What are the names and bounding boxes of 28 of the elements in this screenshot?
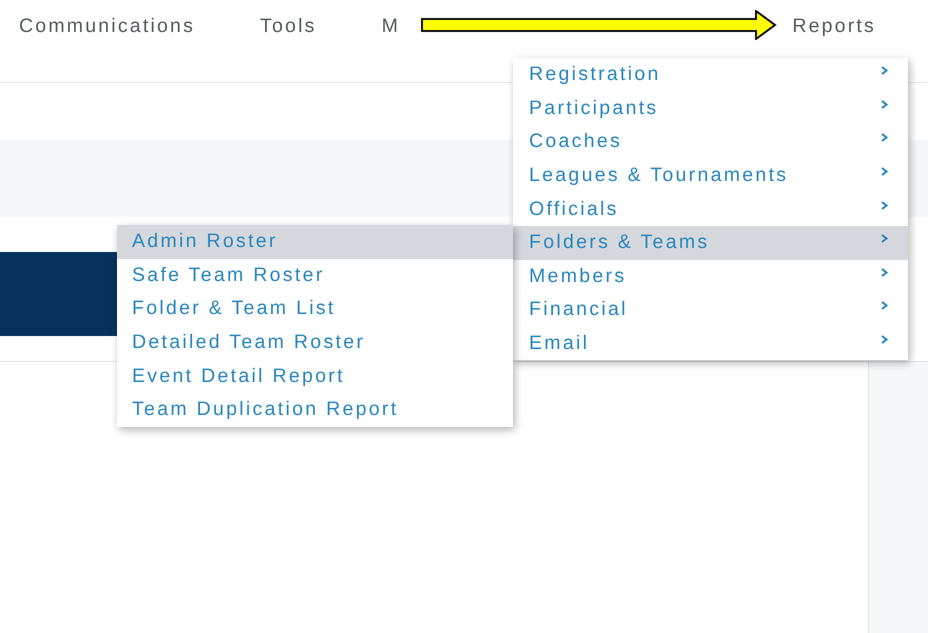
menu-item[interactable]: Coaches: [513, 125, 908, 159]
chevron-right-icon: [881, 301, 888, 310]
menu-item[interactable]: Admin Roster: [117, 225, 513, 259]
nav-menu-item[interactable]: M: [382, 14, 400, 38]
menu-item[interactable]: Email: [513, 326, 908, 360]
menu-item[interactable]: Team Duplication Report: [117, 392, 513, 427]
menu-item[interactable]: Leagues & Tournaments: [513, 158, 908, 192]
menu-item[interactable]: Financial: [513, 293, 908, 327]
menu-item[interactable]: Folder & Team List: [117, 292, 513, 326]
nav-menu-item[interactable]: Reports: [792, 14, 876, 38]
menu-item[interactable]: Registration: [513, 58, 908, 92]
menu-item[interactable]: Detailed Team Roster: [117, 326, 513, 360]
nav-menu-item[interactable]: Communications: [19, 14, 196, 38]
chevron-right-icon: [881, 335, 888, 344]
menu-item[interactable]: Safe Team Roster: [117, 258, 513, 292]
menu-item[interactable]: Participants: [513, 92, 908, 126]
nav-menu-item[interactable]: Tools: [260, 14, 317, 38]
chevron-right-icon: [881, 268, 888, 277]
menu-item[interactable]: Event Detail Report: [117, 359, 513, 393]
menu-item[interactable]: Members: [513, 260, 908, 294]
chevron-right-icon: [881, 100, 888, 109]
chevron-right-icon: [881, 66, 888, 76]
menu-item[interactable]: Folders & Teams: [513, 226, 908, 260]
chevron-right-icon: [881, 200, 888, 210]
chevron-right-icon: [881, 167, 888, 176]
menu-item[interactable]: Officials: [513, 192, 908, 226]
chevron-right-icon: [881, 234, 888, 244]
chevron-right-icon: [881, 133, 888, 142]
